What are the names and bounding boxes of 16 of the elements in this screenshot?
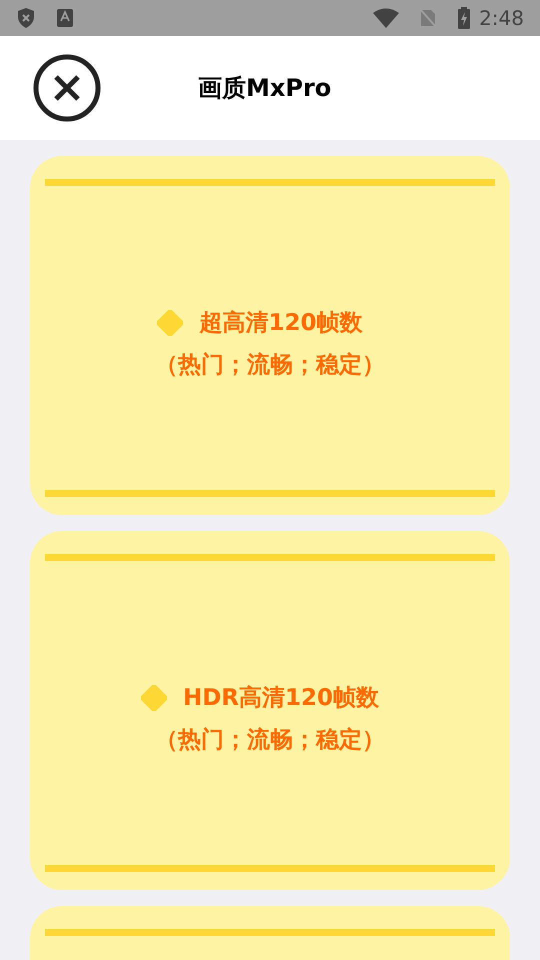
page-title: 画质MxPro: [198, 73, 332, 104]
status-time: 2:48: [479, 5, 524, 32]
diamond-icon: [157, 310, 184, 336]
option-card[interactable]: HDR高清120帧数 （热门；流畅；稳定）: [30, 531, 510, 890]
no-sim-icon: [419, 8, 438, 28]
close-button[interactable]: [33, 54, 101, 122]
wifi-icon: [373, 8, 400, 28]
option-subtitle: （热门；流畅；稳定）: [155, 351, 385, 380]
option-card[interactable]: 超高清120帧数 （热门；流畅；稳定）: [30, 156, 510, 515]
keyboard-icon: [56, 8, 74, 28]
option-title: HDR高清120帧数: [182, 684, 380, 712]
shield-icon: [16, 7, 36, 29]
option-subtitle: （热门；流畅；稳定）: [155, 726, 385, 755]
battery-icon: [457, 7, 472, 29]
diamond-icon: [140, 684, 167, 711]
option-title: 超高清120帧数: [199, 308, 362, 338]
